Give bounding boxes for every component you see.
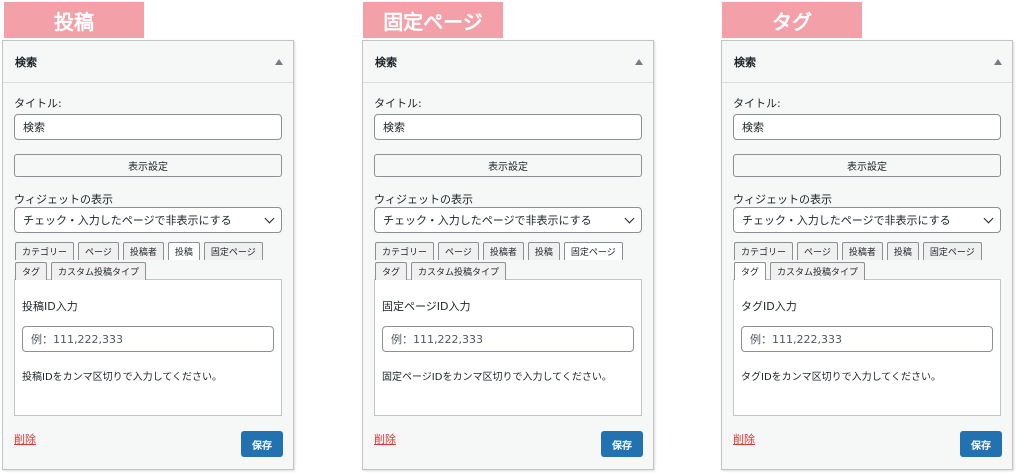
id-input[interactable]: 例：111,222,333 (382, 326, 634, 352)
help-text: 固定ページIDをカンマ区切りで入力してください。 (382, 372, 612, 383)
widget-panel: 検索 タイトル: 検索 表示設定 ウィジェットの表示 チェック・入力したページで… (721, 40, 1013, 470)
tab-item[interactable]: タグ (375, 262, 408, 280)
widget-header[interactable]: 検索 (722, 41, 1012, 83)
delete-link[interactable]: 削除 (14, 431, 36, 447)
widget-header[interactable]: 検索 (3, 41, 293, 83)
triangle-up-icon[interactable] (994, 58, 1002, 65)
title-input[interactable]: 検索 (733, 114, 1001, 140)
display-settings-button[interactable]: 表示設定 (733, 154, 1001, 177)
tab-item[interactable]: 投稿者 (122, 242, 164, 260)
title-label: タイトル: (14, 97, 62, 110)
visibility-select[interactable]: チェック・入力したページで非表示にする (14, 207, 282, 233)
tab-item[interactable]: 投稿 (886, 242, 919, 260)
title-input[interactable]: 検索 (374, 114, 642, 140)
tab-panel: タグID入力 例：111,222,333 タグIDをカンマ区切りで入力してくださ… (733, 279, 1001, 416)
triangle-up-icon[interactable] (275, 58, 283, 65)
widget-title: 検索 (734, 55, 756, 69)
id-label: 投稿ID入力 (22, 300, 78, 313)
tab-item[interactable]: タグ (734, 262, 767, 280)
title-label: タイトル: (733, 97, 781, 110)
tab-bar: カテゴリー ページ 投稿者 投稿 固定ページタグ カスタム投稿タイプ (733, 242, 1001, 280)
id-input[interactable]: 例：111,222,333 (741, 326, 993, 352)
save-button[interactable]: 保存 (960, 431, 1002, 457)
section-badge-post: 投稿 (4, 2, 144, 38)
id-label: タグID入力 (741, 300, 797, 313)
widget-header[interactable]: 検索 (363, 41, 653, 83)
tab-item[interactable]: ページ (797, 242, 838, 260)
help-text: タグIDをカンマ区切りで入力してください。 (741, 372, 942, 383)
visibility-select-value: チェック・入力したページで非表示にする (383, 214, 592, 227)
visibility-select[interactable]: チェック・入力したページで非表示にする (374, 207, 642, 233)
widget-body: タイトル: 検索 表示設定 ウィジェットの表示 チェック・入力したページで非表示… (3, 83, 293, 470)
help-text: 投稿IDをカンマ区切りで入力してください。 (22, 372, 223, 383)
visibility-select-value: チェック・入力したページで非表示にする (23, 214, 232, 227)
section-badge-tag: タグ (722, 2, 862, 38)
delete-link[interactable]: 削除 (374, 431, 396, 447)
widget-body: タイトル: 検索 表示設定 ウィジェットの表示 チェック・入力したページで非表示… (363, 83, 653, 470)
tab-item[interactable]: カスタム投稿タイプ (51, 262, 147, 280)
widget-title: 検索 (15, 55, 37, 69)
tab-item[interactable]: 投稿者 (482, 242, 524, 260)
tab-item[interactable]: カテゴリー (15, 242, 75, 260)
tab-item[interactable]: 固定ページ (203, 242, 263, 260)
tab-item[interactable]: 投稿 (167, 242, 200, 260)
tab-bar: カテゴリー ページ 投稿者 投稿 固定ページタグ カスタム投稿タイプ (374, 242, 642, 280)
tab-item[interactable]: 固定ページ (563, 242, 623, 260)
tab-item[interactable]: カテゴリー (734, 242, 794, 260)
display-settings-button[interactable]: 表示設定 (374, 154, 642, 177)
chevron-down-icon (624, 213, 635, 223)
save-button[interactable]: 保存 (601, 431, 643, 457)
section-badge-page: 固定ページ (363, 2, 503, 38)
save-button[interactable]: 保存 (241, 431, 283, 457)
chevron-down-icon (983, 213, 994, 223)
tab-item[interactable]: カテゴリー (375, 242, 435, 260)
widget-title: 検索 (375, 55, 397, 69)
id-label: 固定ページID入力 (382, 300, 471, 313)
title-label: タイトル: (374, 97, 422, 110)
tab-item[interactable]: ページ (438, 242, 479, 260)
tab-item[interactable]: 投稿者 (841, 242, 883, 260)
title-input[interactable]: 検索 (14, 114, 282, 140)
visibility-label: ウィジェットの表示 (733, 193, 832, 206)
tab-bar: カテゴリー ページ 投稿者 投稿 固定ページタグ カスタム投稿タイプ (14, 242, 282, 280)
widget-panel: 検索 タイトル: 検索 表示設定 ウィジェットの表示 チェック・入力したページで… (2, 40, 294, 470)
tab-item[interactable]: 投稿 (527, 242, 560, 260)
chevron-down-icon (264, 213, 275, 223)
visibility-label: ウィジェットの表示 (14, 193, 113, 206)
id-input[interactable]: 例：111,222,333 (22, 326, 274, 352)
tab-item[interactable]: 固定ページ (922, 242, 982, 260)
visibility-select[interactable]: チェック・入力したページで非表示にする (733, 207, 1001, 233)
visibility-label: ウィジェットの表示 (374, 193, 473, 206)
tab-item[interactable]: カスタム投稿タイプ (770, 262, 866, 280)
tab-item[interactable]: タグ (15, 262, 48, 280)
display-settings-button[interactable]: 表示設定 (14, 154, 282, 177)
tab-panel: 固定ページID入力 例：111,222,333 固定ページIDをカンマ区切りで入… (374, 279, 642, 416)
tab-panel: 投稿ID入力 例：111,222,333 投稿IDをカンマ区切りで入力してくださ… (14, 279, 282, 416)
tab-item[interactable]: ページ (78, 242, 119, 260)
triangle-up-icon[interactable] (635, 58, 643, 65)
widget-body: タイトル: 検索 表示設定 ウィジェットの表示 チェック・入力したページで非表示… (722, 83, 1012, 470)
visibility-select-value: チェック・入力したページで非表示にする (742, 214, 951, 227)
tab-item[interactable]: カスタム投稿タイプ (411, 262, 507, 280)
delete-link[interactable]: 削除 (733, 431, 755, 447)
widget-panel: 検索 タイトル: 検索 表示設定 ウィジェットの表示 チェック・入力したページで… (362, 40, 654, 470)
